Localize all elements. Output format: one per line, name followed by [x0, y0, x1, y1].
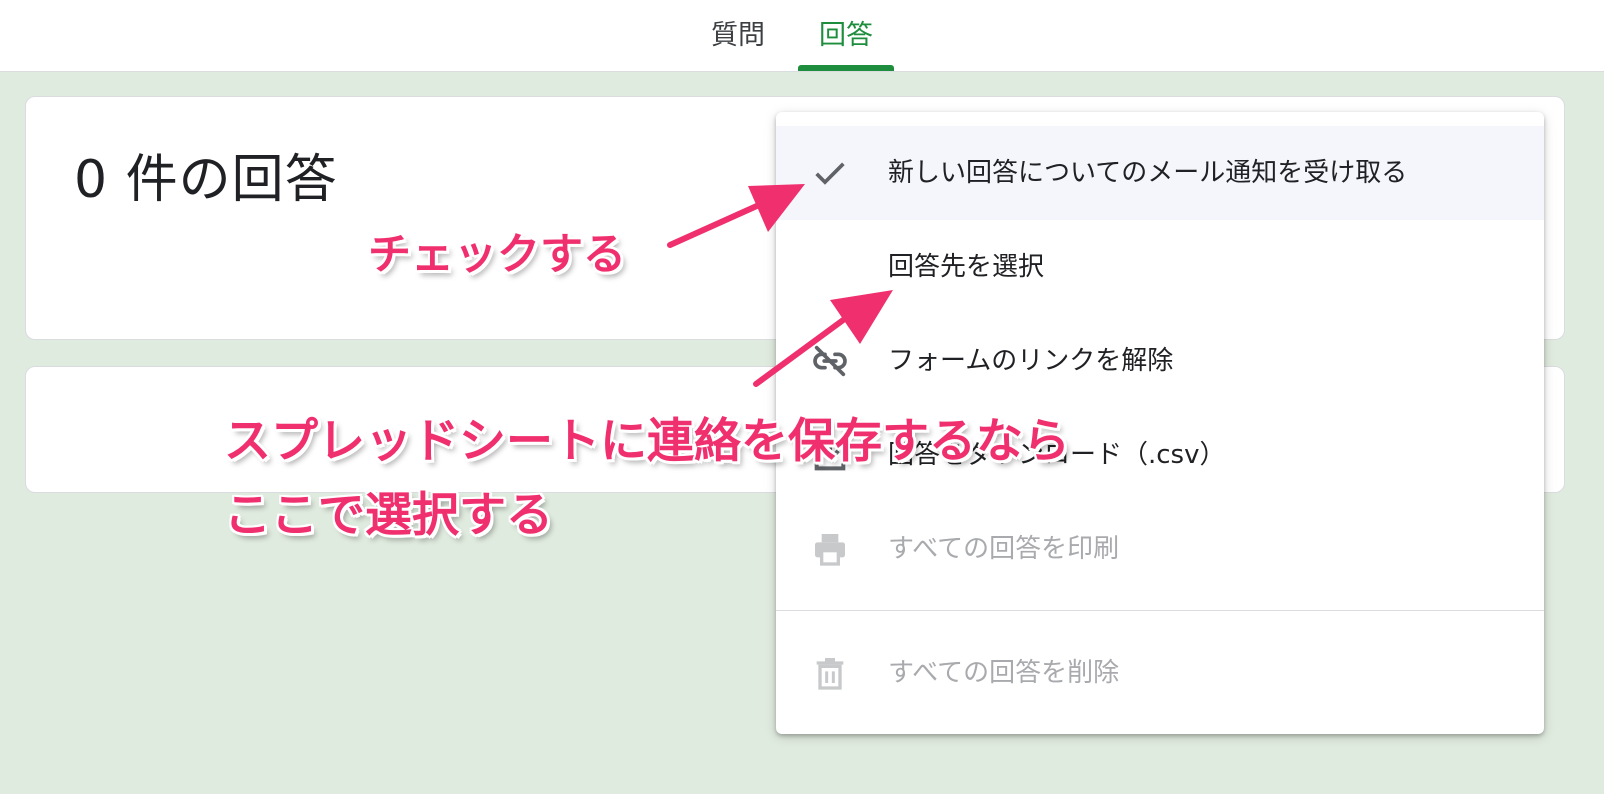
- menu-item-label: フォームのリンクを解除: [888, 346, 1174, 376]
- menu-item-delete-all[interactable]: すべての回答を削除: [776, 626, 1544, 720]
- print-icon: [815, 534, 845, 566]
- menu-item-label: すべての回答を削除: [888, 658, 1120, 688]
- menu-item-label: すべての回答を印刷: [888, 534, 1120, 564]
- tab-responses[interactable]: 回答: [798, 14, 894, 71]
- annotation-check: チェックする: [368, 230, 626, 280]
- top-tab-bar: 質問 回答: [0, 0, 1604, 72]
- menu-item-label: 新しい回答についてのメール通知を受け取る: [888, 158, 1408, 188]
- tab-questions[interactable]: 質問: [698, 14, 778, 71]
- annotation-spreadsheet-line2: ここで選択する: [224, 488, 553, 543]
- menu-item-print-all[interactable]: すべての回答を印刷: [776, 502, 1544, 596]
- menu-item-unlink-form[interactable]: フォームのリンクを解除: [776, 314, 1544, 408]
- menu-divider: [776, 610, 1544, 611]
- trash-icon: [816, 658, 844, 690]
- active-tab-indicator: [798, 65, 894, 71]
- menu-item-select-destination[interactable]: 回答先を選択: [776, 220, 1544, 314]
- annotation-spreadsheet-line1: スプレッドシートに連絡を保存するなら: [224, 414, 1070, 469]
- response-count-title: 0 件の回答: [74, 150, 338, 210]
- unlink-icon: [813, 345, 847, 377]
- menu-item-email-notifications[interactable]: 新しい回答についてのメール通知を受け取る: [776, 126, 1544, 220]
- menu-item-label: 回答先を選択: [888, 252, 1045, 282]
- check-icon: [815, 162, 845, 185]
